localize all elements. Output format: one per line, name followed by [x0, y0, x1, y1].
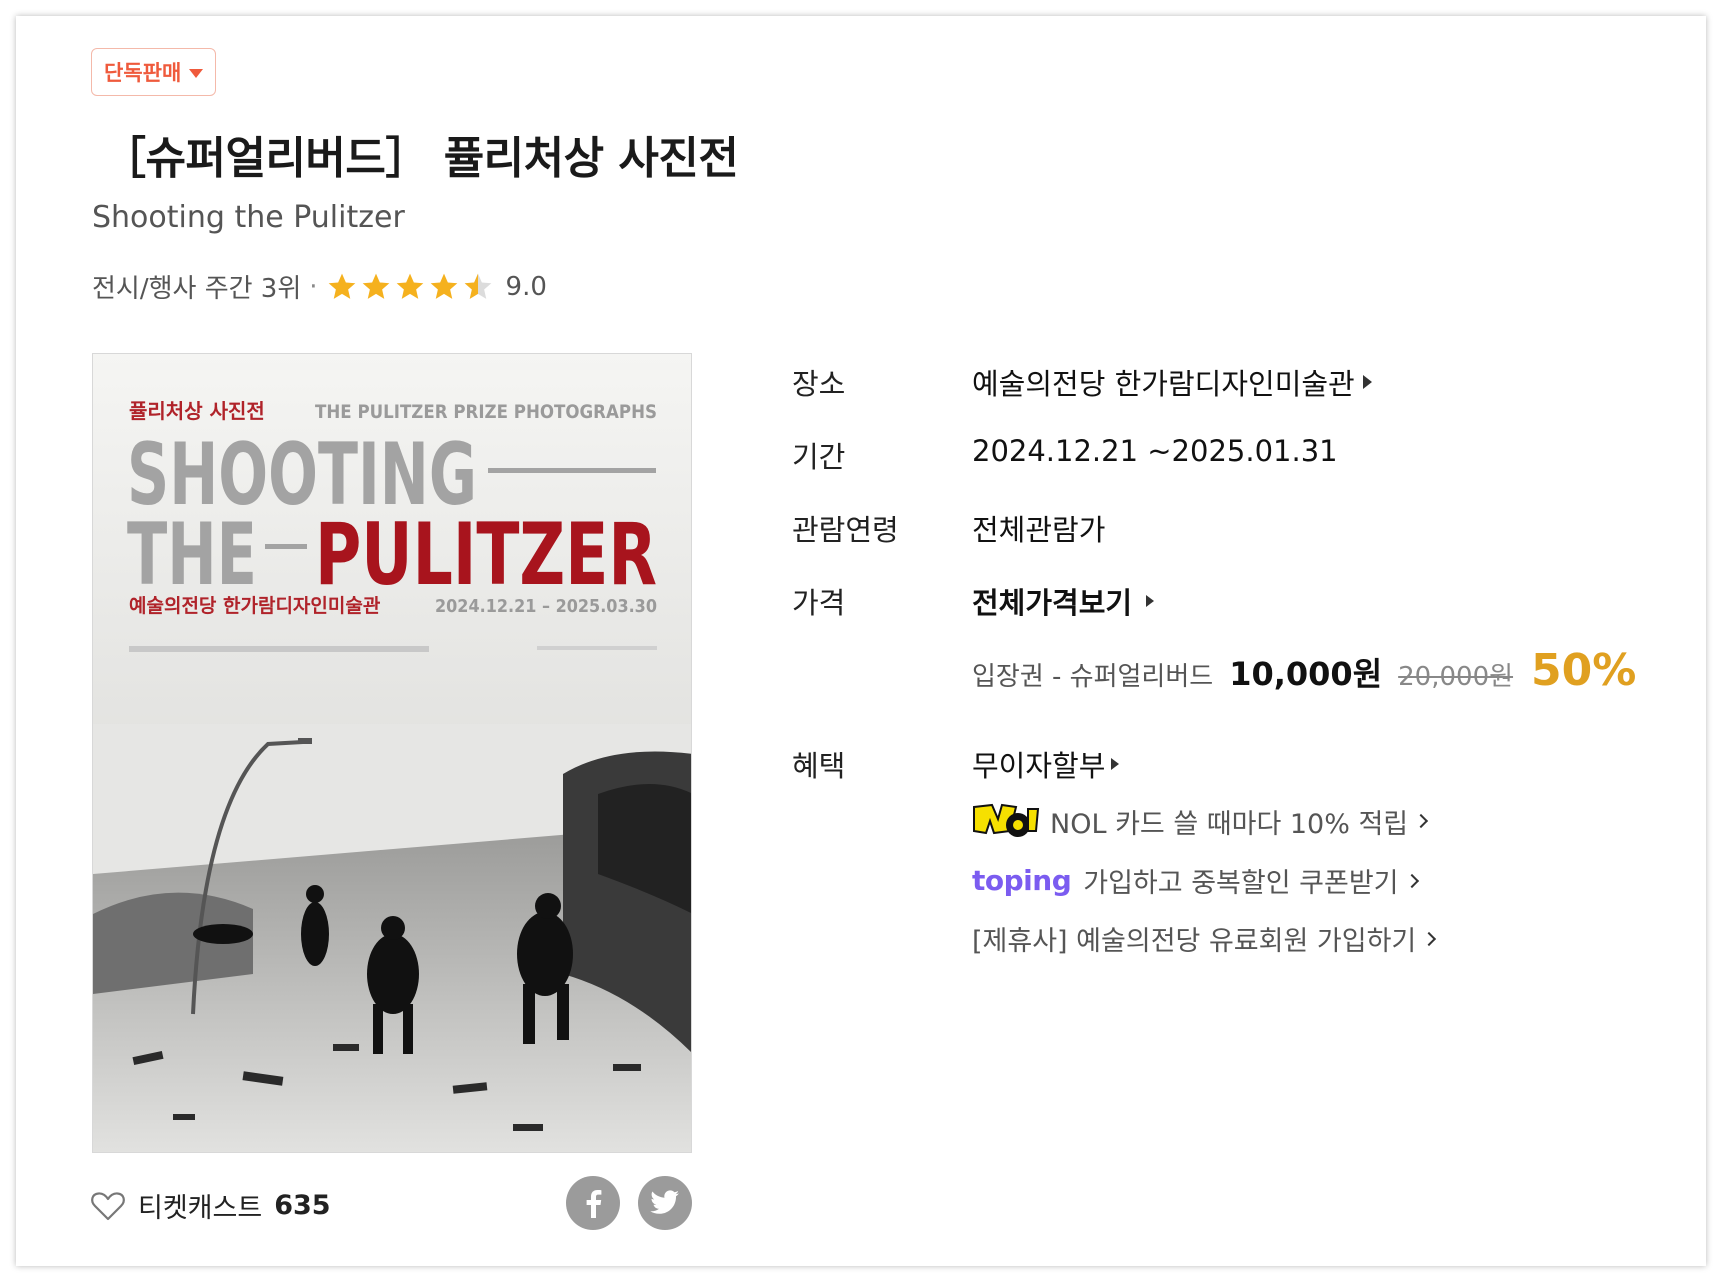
partner-link[interactable]: [제휴사] 예술의전당 유료회원 가입하기: [972, 919, 1437, 958]
ticketcast-count: 635: [274, 1190, 331, 1221]
facebook-icon: [586, 1190, 602, 1218]
arrow-right-icon: [1362, 375, 1372, 389]
exclusive-badge[interactable]: 단독판매: [91, 48, 217, 96]
arrow-right-icon: [1111, 758, 1120, 770]
venue-label: 장소: [792, 367, 846, 401]
price-label: 가격: [792, 586, 846, 620]
poster-image[interactable]: 퓰리처상 사진전 THE PULITZER PRIZE PHOTOGRAPHS …: [92, 353, 692, 1153]
badge-label: 단독판매: [104, 61, 182, 85]
original-price: 20,000원: [1398, 662, 1514, 692]
twitter-share-button[interactable]: [638, 1176, 692, 1230]
nol-card-link[interactable]: NOL 카드 쓸 때마다 10% 적립: [972, 801, 1429, 841]
venue-value: 예술의전당 한가람디자인미술관: [972, 367, 1355, 401]
poster-line2a: THE: [127, 505, 257, 605]
star-icon: [362, 273, 389, 299]
poster-line2b: PULITZER: [315, 505, 657, 605]
heart-icon[interactable]: [90, 1190, 126, 1222]
rank-row: 전시/행사 주간 3위 · 9.0: [92, 268, 547, 305]
venue-link[interactable]: 예술의전당 한가람디자인미술관: [972, 361, 1372, 403]
star-icon: [396, 273, 423, 299]
period-label: 기간: [792, 440, 846, 474]
period-value: 2024.12.21 ~2025.01.31: [972, 434, 1338, 468]
poster-en-title: THE PULITZER PRIZE PHOTOGRAPHS: [315, 401, 657, 423]
partner-text: [제휴사] 예술의전당 유료회원 가입하기: [972, 926, 1417, 957]
age-value: 전체관람가: [972, 513, 1106, 547]
nol-text: NOL 카드 쓸 때마다 10% 적립: [1050, 808, 1409, 840]
nol-logo-icon: [973, 803, 1040, 837]
star-icon: [430, 273, 457, 299]
chevron-right-icon: [1404, 873, 1419, 888]
toping-link[interactable]: toping 가입하고 중복할인 쿠폰받기: [972, 861, 1419, 900]
discount-rate: 50%: [1531, 645, 1637, 696]
facebook-share-button[interactable]: [566, 1176, 620, 1230]
ticket-name: 입장권 - 슈퍼얼리버드: [972, 662, 1214, 692]
sale-price: 10,000원: [1229, 655, 1383, 693]
half-star-icon: [464, 273, 491, 299]
toping-text: 가입하고 중복할인 쿠폰받기: [1083, 868, 1399, 899]
ticketcast-row[interactable]: 티켓캐스트 635: [90, 1186, 331, 1225]
arrow-right-icon: [1146, 595, 1155, 607]
poster-venue: 예술의전당 한가람디자인미술관: [129, 595, 381, 617]
star-icon: [328, 273, 355, 299]
poster-graphic: 퓰리처상 사진전 THE PULITZER PRIZE PHOTOGRAPHS …: [93, 354, 691, 1152]
twitter-icon: [650, 1190, 679, 1214]
toping-logo: toping: [972, 864, 1072, 897]
poster-dates: 2024.12.21 – 2025.03.30: [435, 596, 657, 617]
page-title: ［슈퍼얼리버드］ 퓰리처상 사진전: [102, 133, 739, 184]
rating-score: 9.0: [505, 271, 547, 302]
chevron-right-icon: [1422, 931, 1437, 946]
separator: ·: [309, 271, 318, 302]
installment-link[interactable]: 무이자할부: [972, 743, 1120, 785]
ticketcast-label: 티켓캐스트: [138, 1193, 263, 1224]
rank-text: 전시/행사 주간 3위: [92, 274, 302, 304]
caret-down-icon: [189, 68, 204, 78]
chevron-right-icon: [1414, 813, 1429, 829]
benefit-label: 혜택: [792, 749, 846, 783]
poster-kr-title: 퓰리처상 사진전: [129, 399, 265, 423]
rating-stars: [326, 271, 494, 303]
price-line: 입장권 - 슈퍼얼리버드 10,000원 20,000원 50%: [972, 645, 1636, 696]
all-prices-link[interactable]: 전체가격보기: [972, 580, 1155, 622]
product-card: 단독판매 ［슈퍼얼리버드］ 퓰리처상 사진전 Shooting the Puli…: [16, 16, 1706, 1266]
installment-text: 무이자할부: [972, 749, 1106, 783]
page-subtitle: Shooting the Pulitzer: [92, 200, 405, 235]
all-prices-text: 전체가격보기: [972, 586, 1133, 620]
age-label: 관람연령: [792, 513, 899, 547]
